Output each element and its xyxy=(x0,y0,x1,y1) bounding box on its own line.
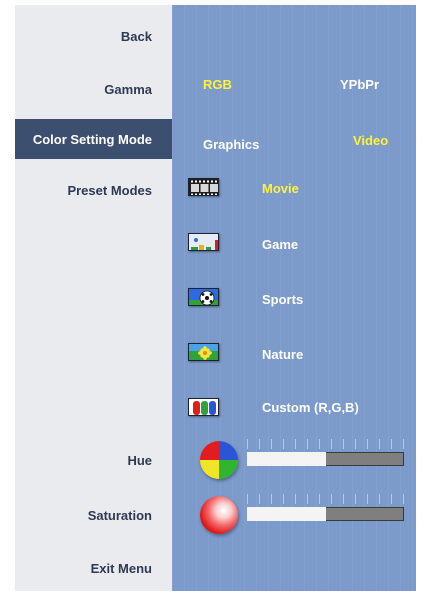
saturation-slider[interactable] xyxy=(247,494,404,521)
menu-item-hue[interactable]: Hue xyxy=(15,441,172,479)
color-wheel-icon xyxy=(200,441,238,479)
hue-slider-ticks xyxy=(247,439,404,449)
color-mode-option-video[interactable]: Video xyxy=(353,133,388,148)
preset-mode-nature[interactable]: Nature xyxy=(262,347,303,362)
gamma-option-rgb[interactable]: RGB xyxy=(203,77,232,92)
saturation-slider-ticks xyxy=(247,494,404,504)
saturation-slider-fill xyxy=(247,507,326,521)
flower-icon[interactable] xyxy=(188,343,219,361)
preset-mode-movie[interactable]: Movie xyxy=(262,181,299,196)
preset-mode-sports[interactable]: Sports xyxy=(262,292,303,307)
film-strip-icon[interactable] xyxy=(188,178,219,196)
gamma-option-ypbpr[interactable]: YPbPr xyxy=(340,77,379,92)
menu-panel: Back Gamma Color Setting Mode Preset Mod… xyxy=(15,5,172,591)
preset-mode-game[interactable]: Game xyxy=(262,237,298,252)
hue-slider-fill xyxy=(247,452,326,466)
menu-item-saturation[interactable]: Saturation xyxy=(15,496,172,534)
preset-mode-custom-rgb[interactable]: Custom (R,G,B) xyxy=(262,400,359,415)
menu-item-exit-menu[interactable]: Exit Menu xyxy=(15,549,172,587)
game-icon[interactable] xyxy=(188,233,219,251)
hue-slider[interactable] xyxy=(247,439,404,466)
menu-item-color-setting-mode[interactable]: Color Setting Mode xyxy=(15,119,172,159)
rgb-bars-icon[interactable] xyxy=(188,398,219,416)
menu-item-back[interactable]: Back xyxy=(15,17,172,55)
menu-item-gamma[interactable]: Gamma xyxy=(15,70,172,108)
menu-item-preset-modes[interactable]: Preset Modes xyxy=(15,171,172,209)
color-mode-option-graphics[interactable]: Graphics xyxy=(203,137,259,152)
soccer-ball-icon[interactable] xyxy=(188,288,219,306)
red-sphere-icon xyxy=(200,496,238,534)
